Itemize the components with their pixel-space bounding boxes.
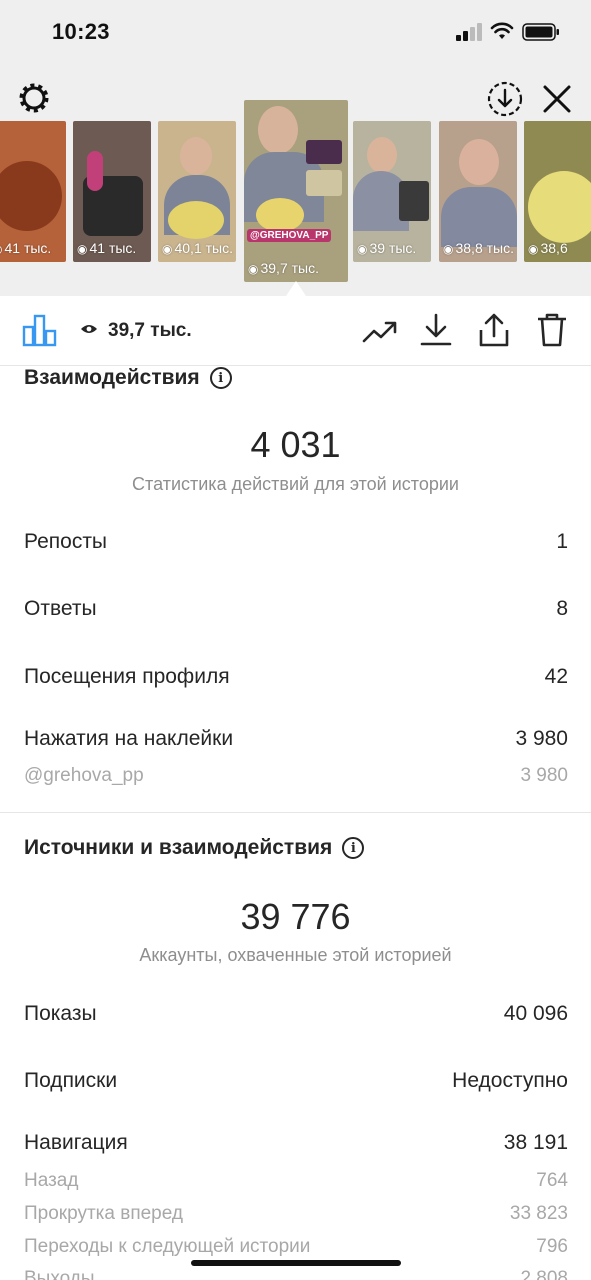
discovery-total: 39 776 [240,896,351,937]
metric-row-reposts: Репосты 1 [24,530,568,553]
metric-subrow-back: Назад 764 [24,1170,568,1191]
download-icon[interactable] [416,310,456,350]
metric-subrow-exits: Выходы 2 808 [24,1268,568,1280]
thumbnail-sticker-label: @GREHOVA_PP [247,229,332,242]
interactions-subtitle: Статистика действий для этой истории [132,474,459,494]
delete-trash-icon[interactable] [532,310,572,350]
eye-icon [80,322,98,341]
thumbnail-views: 38,8 тыс. [455,240,514,256]
metric-row-impressions: Показы 40 096 [24,1002,568,1025]
metric-subrow-sticker: @grehova_pp 3 980 [24,765,568,786]
thumbnail-views: 39,7 тыс. [260,260,319,276]
share-icon[interactable] [474,310,514,350]
metric-row-follows: Подписки Недоступно [24,1069,568,1092]
interactions-total: 4 031 [250,424,341,465]
insights-bar-chart-icon[interactable] [20,310,60,350]
story-action-bar: 39,7 тыс. [0,296,591,366]
story-thumbnail[interactable]: ◉ 38,8 тыс. [439,121,517,262]
home-indicator[interactable] [191,1260,401,1266]
story-thumbnail[interactable]: ◉ 40,1 тыс. [158,121,236,262]
metric-row-profile-visits: Посещения профиля 42 [24,665,568,688]
story-thumbnail-selected[interactable]: @GREHOVA_PP ◉ 39,7 тыс. [244,100,348,282]
battery-icon [522,23,560,41]
metric-row-navigation: Навигация 38 191 [24,1131,568,1154]
interactions-section-title: Взаимодействия i [24,366,232,390]
story-header-area: 10:23 41 тыс. ◉ 41 тыс. ◉ 40,1 тыс. @GRE… [0,0,591,296]
thumbnail-views: 38,6 [540,240,568,256]
wifi-icon [490,21,514,41]
thumbnail-views: 41 тыс. [89,240,137,256]
thumbnail-views: 39 тыс. [369,240,417,256]
status-time: 10:23 [52,19,110,44]
story-thumbnail-strip[interactable]: ◉41 тыс. ◉41 тыс. ◉40,1 тыс. @GREHOVA_PP… [0,100,591,285]
cellular-signal-icon [456,23,484,41]
story-thumbnail[interactable]: ◉ 38,6 [524,121,591,262]
story-thumbnail[interactable]: ◉41 тыс. [0,121,66,262]
thumbnail-views: 41 тыс. [4,240,52,256]
selected-pointer [286,281,306,296]
metric-row-replies: Ответы 8 [24,597,568,620]
status-bar: 10:23 [0,0,591,64]
promote-trend-icon[interactable] [360,312,400,352]
story-thumbnail[interactable]: ◉ 39 тыс. [353,121,431,262]
story-thumbnail[interactable]: ◉41 тыс. [73,121,151,262]
section-divider [0,812,591,813]
metric-subrow-forward: Прокрутка вперед 33 823 [24,1203,568,1224]
metric-subrow-next-story: Переходы к следующей истории 796 [24,1236,568,1257]
story-views-count: 39,7 тыс. [108,320,192,341]
info-icon[interactable]: i [342,837,365,859]
info-icon[interactable]: i [209,367,232,389]
thumbnail-views: 40,1 тыс. [174,240,233,256]
metric-row-sticker-taps: Нажатия на наклейки 3 980 [24,727,568,750]
discovery-subtitle: Аккаунты, охваченные этой историей [139,945,452,965]
discovery-section-title: Источники и взаимодействия i [24,836,365,860]
